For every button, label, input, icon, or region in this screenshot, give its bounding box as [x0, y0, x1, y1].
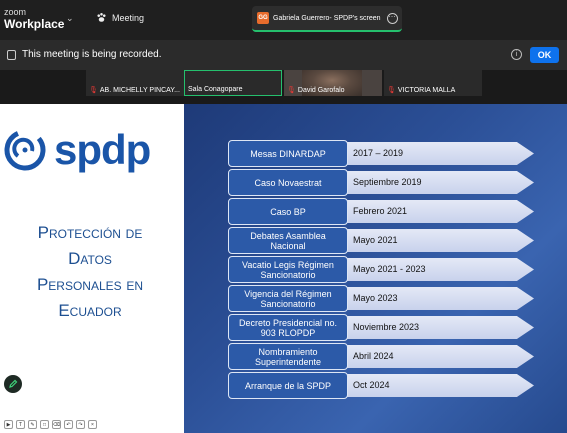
- zoom-workplace-logo[interactable]: zoom Workplace: [4, 6, 64, 30]
- mic-muted-icon: 🎙: [287, 87, 296, 94]
- annotation-toolbar: ▶ T ✎ □ ⌫ ↶ ↷ ×: [4, 420, 97, 429]
- timeline-date: Abril 2024: [353, 351, 394, 361]
- close-tool-icon[interactable]: ×: [88, 420, 97, 429]
- mic-muted-icon: 🎙: [89, 87, 98, 94]
- timeline-arrow: Oct 2024: [344, 374, 534, 397]
- meeting-menu-button[interactable]: Meeting: [96, 12, 144, 23]
- participant-tile[interactable]: 🎙 VICTORIA MALLA: [384, 70, 482, 96]
- timeline-label: Vigencia del Régimen Sancionatorio: [228, 285, 348, 312]
- spdp-logo: spdp: [4, 126, 151, 174]
- mic-muted-icon: 🎙: [387, 87, 396, 94]
- shared-screen-tab[interactable]: GG Gabriela Guerrero- SPDP's screen ⋯: [252, 6, 402, 32]
- slide-left-panel: spdp Protección de Datos Personales en E…: [0, 104, 184, 433]
- timeline-arrow: 2017 – 2019: [344, 142, 534, 165]
- timeline-date: Noviembre 2023: [353, 322, 420, 332]
- ok-button[interactable]: OK: [530, 47, 559, 63]
- timeline-date: Febrero 2021: [353, 206, 408, 216]
- top-bar: zoom Workplace ⌄ Meeting GG Gabriela Gue…: [0, 0, 567, 40]
- chevron-down-icon[interactable]: ⌄: [66, 13, 74, 24]
- more-options-icon[interactable]: ⋯: [386, 12, 398, 24]
- title-line: Personales en: [36, 275, 144, 294]
- redo-tool-icon[interactable]: ↷: [76, 420, 85, 429]
- draw-tool-icon[interactable]: ✎: [28, 420, 37, 429]
- timeline-label: Debates Asamblea Nacional: [228, 227, 348, 254]
- title-line: Ecuador: [58, 301, 122, 320]
- meeting-label: Meeting: [112, 12, 145, 23]
- title-line: Datos: [68, 249, 112, 268]
- participant-name: AB. MICHELLY PINCAY...: [99, 86, 180, 94]
- participant-name: VICTORIA MALLA: [397, 86, 456, 94]
- participant-tile[interactable]: 🎙 David Garofalo: [284, 70, 382, 96]
- timeline-date: Mayo 2021 - 2023: [353, 264, 426, 274]
- timeline-label: Decreto Presidencial no. 903 RLOPDP: [228, 314, 348, 341]
- select-tool-icon[interactable]: ▶: [4, 420, 13, 429]
- participant-strip: 🎙 AB. MICHELLY PINCAY... Sala Conagopare …: [0, 70, 567, 96]
- timeline-label: Vacatio Legis Régimen Sancionatorio: [228, 256, 348, 283]
- undo-tool-icon[interactable]: ↶: [64, 420, 73, 429]
- timeline-arrow: Abril 2024: [344, 345, 534, 368]
- timeline-label: Nombramiento Superintendente: [228, 343, 348, 370]
- zoom-window: zoom Workplace ⌄ Meeting GG Gabriela Gue…: [0, 0, 567, 433]
- timeline-date: Septiembre 2019: [353, 177, 422, 187]
- recording-icon: [7, 50, 16, 60]
- timeline-arrow: Noviembre 2023: [344, 316, 534, 339]
- paw-icon: [97, 13, 106, 22]
- shape-tool-icon[interactable]: □: [40, 420, 49, 429]
- annotate-button[interactable]: [4, 375, 22, 393]
- text-tool-icon[interactable]: T: [16, 420, 25, 429]
- pencil-icon: [9, 379, 18, 388]
- brand-bottom: Workplace: [4, 17, 65, 31]
- timeline-date: 2017 – 2019: [353, 148, 404, 158]
- recording-banner: This meeting is being recorded. i OK: [0, 40, 567, 70]
- participant-name: Sala Conagopare: [188, 86, 243, 93]
- timeline-label: Caso BP: [228, 198, 348, 225]
- sharer-avatar: GG: [257, 12, 269, 24]
- timeline-arrow: Mayo 2021: [344, 229, 534, 252]
- timeline-label: Mesas DINARDAP: [228, 140, 348, 167]
- title-line: Protección de: [37, 223, 143, 242]
- timeline-date: Oct 2024: [353, 380, 390, 390]
- timeline-label: Arranque de la SPDP: [228, 372, 348, 399]
- participant-tile[interactable]: 🎙 AB. MICHELLY PINCAY...: [86, 70, 184, 96]
- timeline-date: Mayo 2023: [353, 293, 398, 303]
- timeline-arrow: Febrero 2021: [344, 200, 534, 223]
- timeline-arrow: Mayo 2023: [344, 287, 534, 310]
- eraser-tool-icon[interactable]: ⌫: [52, 420, 61, 429]
- timeline-date: Mayo 2021: [353, 235, 398, 245]
- participant-name: David Garofalo: [297, 86, 345, 94]
- participant-tile[interactable]: Sala Conagopare: [184, 70, 282, 96]
- timeline-arrow: Mayo 2021 - 2023: [344, 258, 534, 281]
- timeline-label: Caso Novaestrat: [228, 169, 348, 196]
- spdp-logo-icon: [4, 129, 46, 171]
- slide-title: Protección de Datos Personales en Ecuado…: [10, 220, 170, 324]
- timeline-arrow: Septiembre 2019: [344, 171, 534, 194]
- recording-message: This meeting is being recorded.: [22, 49, 162, 60]
- info-icon[interactable]: i: [511, 49, 522, 60]
- logo-text: spdp: [54, 126, 151, 173]
- shared-screen-title: Gabriela Guerrero- SPDP's screen: [273, 14, 381, 22]
